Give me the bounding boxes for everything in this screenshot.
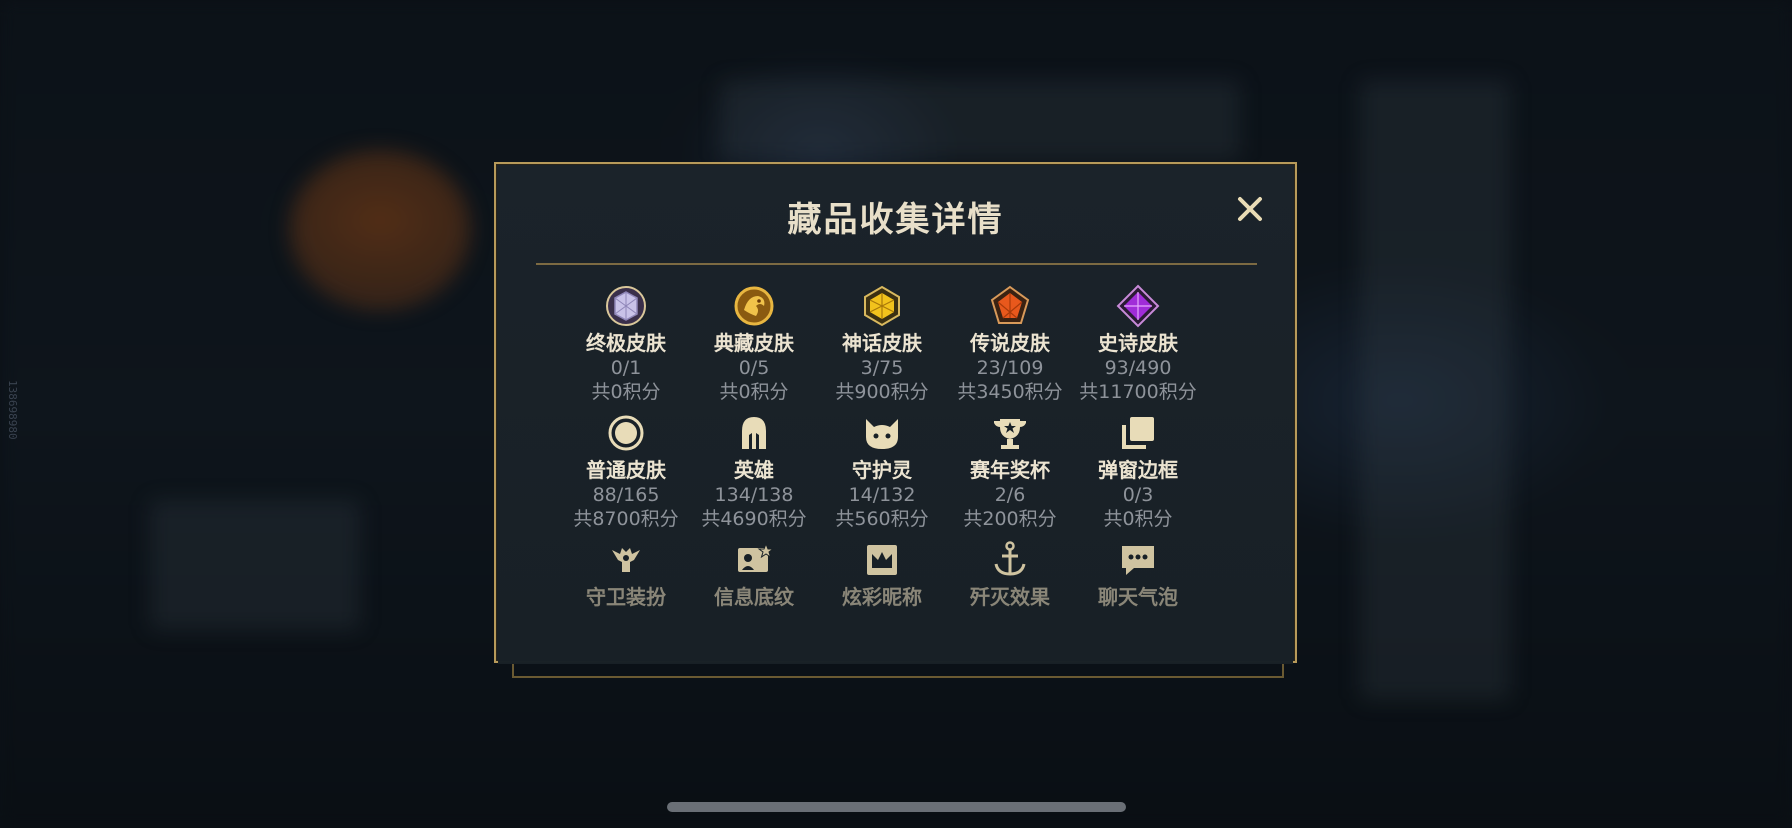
item-name: 传说皮肤 [970,331,1050,355]
collection-item-legendary[interactable]: 传说皮肤 23/109 共3450积分 [940,284,1080,404]
item-name: 炫彩昵称 [842,585,922,609]
collection-item-ward[interactable]: 守卫装扮 [556,538,696,610]
item-name: 守卫装扮 [586,585,666,609]
item-count: 134/138 [714,484,794,506]
collection-item-annihilation[interactable]: 歼灭效果 [940,538,1080,610]
item-points: 共3450积分 [957,381,1063,403]
item-points: 共560积分 [835,508,929,530]
item-name: 英雄 [734,458,774,482]
collection-row: 普通皮肤 88/165 共8700积分 英雄 134/138 共4690积分 守… [536,411,1260,538]
modal-title: 藏品收集详情 [787,200,1004,240]
blurred-panel [150,500,360,630]
crown-icon [867,545,897,575]
item-count: 0/5 [738,357,770,379]
item-count: 14/132 [848,484,916,506]
blurred-panel [720,80,1240,160]
item-count: 0/3 [1122,484,1154,506]
banner-icon [738,542,775,572]
ultimate-gem-icon [606,286,646,326]
item-points: 共900积分 [835,381,929,403]
collection-row: 守卫装扮 信息底纹 炫彩昵称 歼灭效果 聊天气泡 [536,538,1260,665]
item-count: 88/165 [592,484,660,506]
blurred-panel [1360,80,1510,700]
item-name: 普通皮肤 [586,458,666,482]
item-name: 守护灵 [852,458,912,482]
home-indicator[interactable] [667,802,1126,812]
collection-item-classic[interactable]: 普通皮肤 88/165 共8700积分 [556,411,696,531]
item-name: 史诗皮肤 [1098,331,1178,355]
collection-item-trophy[interactable]: 赛年奖杯 2/6 共200积分 [940,411,1080,531]
circle-icon [608,415,644,451]
item-points: 共0积分 [591,381,661,403]
collection-item-frame[interactable]: 弹窗边框 0/3 共0积分 [1068,411,1208,531]
collection-grid: 终极皮肤 0/1 共0积分 典藏皮肤 0/5 共0积分 神话皮肤 3/75 共9… [536,284,1260,665]
mythic-gem-icon [864,285,900,327]
collection-row: 终极皮肤 0/1 共0积分 典藏皮肤 0/5 共0积分 神话皮肤 3/75 共9… [536,284,1260,411]
item-points: 共0积分 [1103,508,1173,530]
little-legend-icon [866,419,898,449]
collection-item-ultimate[interactable]: 终极皮肤 0/1 共0积分 [556,284,696,404]
item-name: 赛年奖杯 [970,458,1050,482]
item-count: 93/490 [1104,357,1172,379]
collection-item-chat-bubble[interactable]: 聊天气泡 [1068,538,1208,610]
item-count: 2/6 [994,484,1026,506]
item-count: 3/75 [860,357,904,379]
close-icon [1238,197,1262,221]
helmet-icon [742,417,766,449]
item-count: 23/109 [976,357,1044,379]
item-points: 共11700积分 [1079,381,1197,403]
item-name: 典藏皮肤 [714,331,794,355]
item-count: 0/1 [610,357,642,379]
collection-item-little-legend[interactable]: 守护灵 14/132 共560积分 [812,411,952,531]
close-button[interactable] [1235,194,1265,224]
device-id-label: 138698980 [6,380,19,440]
collection-item-champion[interactable]: 英雄 134/138 共4690积分 [684,411,824,531]
anchor-icon [994,541,1026,576]
item-name: 歼灭效果 [970,585,1050,609]
collection-item-nickname[interactable]: 炫彩昵称 [812,538,952,610]
collection-item-mythic[interactable]: 神话皮肤 3/75 共900积分 [812,284,952,404]
item-name: 聊天气泡 [1098,585,1178,609]
trophy-icon [994,419,1026,449]
item-points: 共200积分 [963,508,1057,530]
prestige-dragon-icon [734,286,774,326]
item-points: 共4690积分 [701,508,807,530]
ward-icon [612,548,640,572]
collection-item-prestige[interactable]: 典藏皮肤 0/5 共0积分 [684,284,824,404]
item-points: 共8700积分 [573,508,679,530]
collection-details-modal: 藏品收集详情 终极皮肤 0/1 共0积分 典藏皮肤 0/5 共0积分 神话皮肤 … [494,162,1297,665]
epic-gem-icon [1116,284,1160,328]
collection-item-epic[interactable]: 史诗皮肤 93/490 共11700积分 [1068,284,1208,404]
legendary-gem-icon [990,285,1030,324]
frame-icon [1122,417,1154,449]
item-name: 信息底纹 [714,585,794,609]
blurred-panel [290,150,470,310]
title-divider [536,263,1257,265]
item-points: 共0积分 [719,381,789,403]
item-name: 终极皮肤 [586,331,666,355]
item-name: 神话皮肤 [842,331,922,355]
collection-item-banner[interactable]: 信息底纹 [684,538,824,610]
item-name: 弹窗边框 [1098,458,1178,482]
chat-bubble-icon [1122,546,1154,575]
